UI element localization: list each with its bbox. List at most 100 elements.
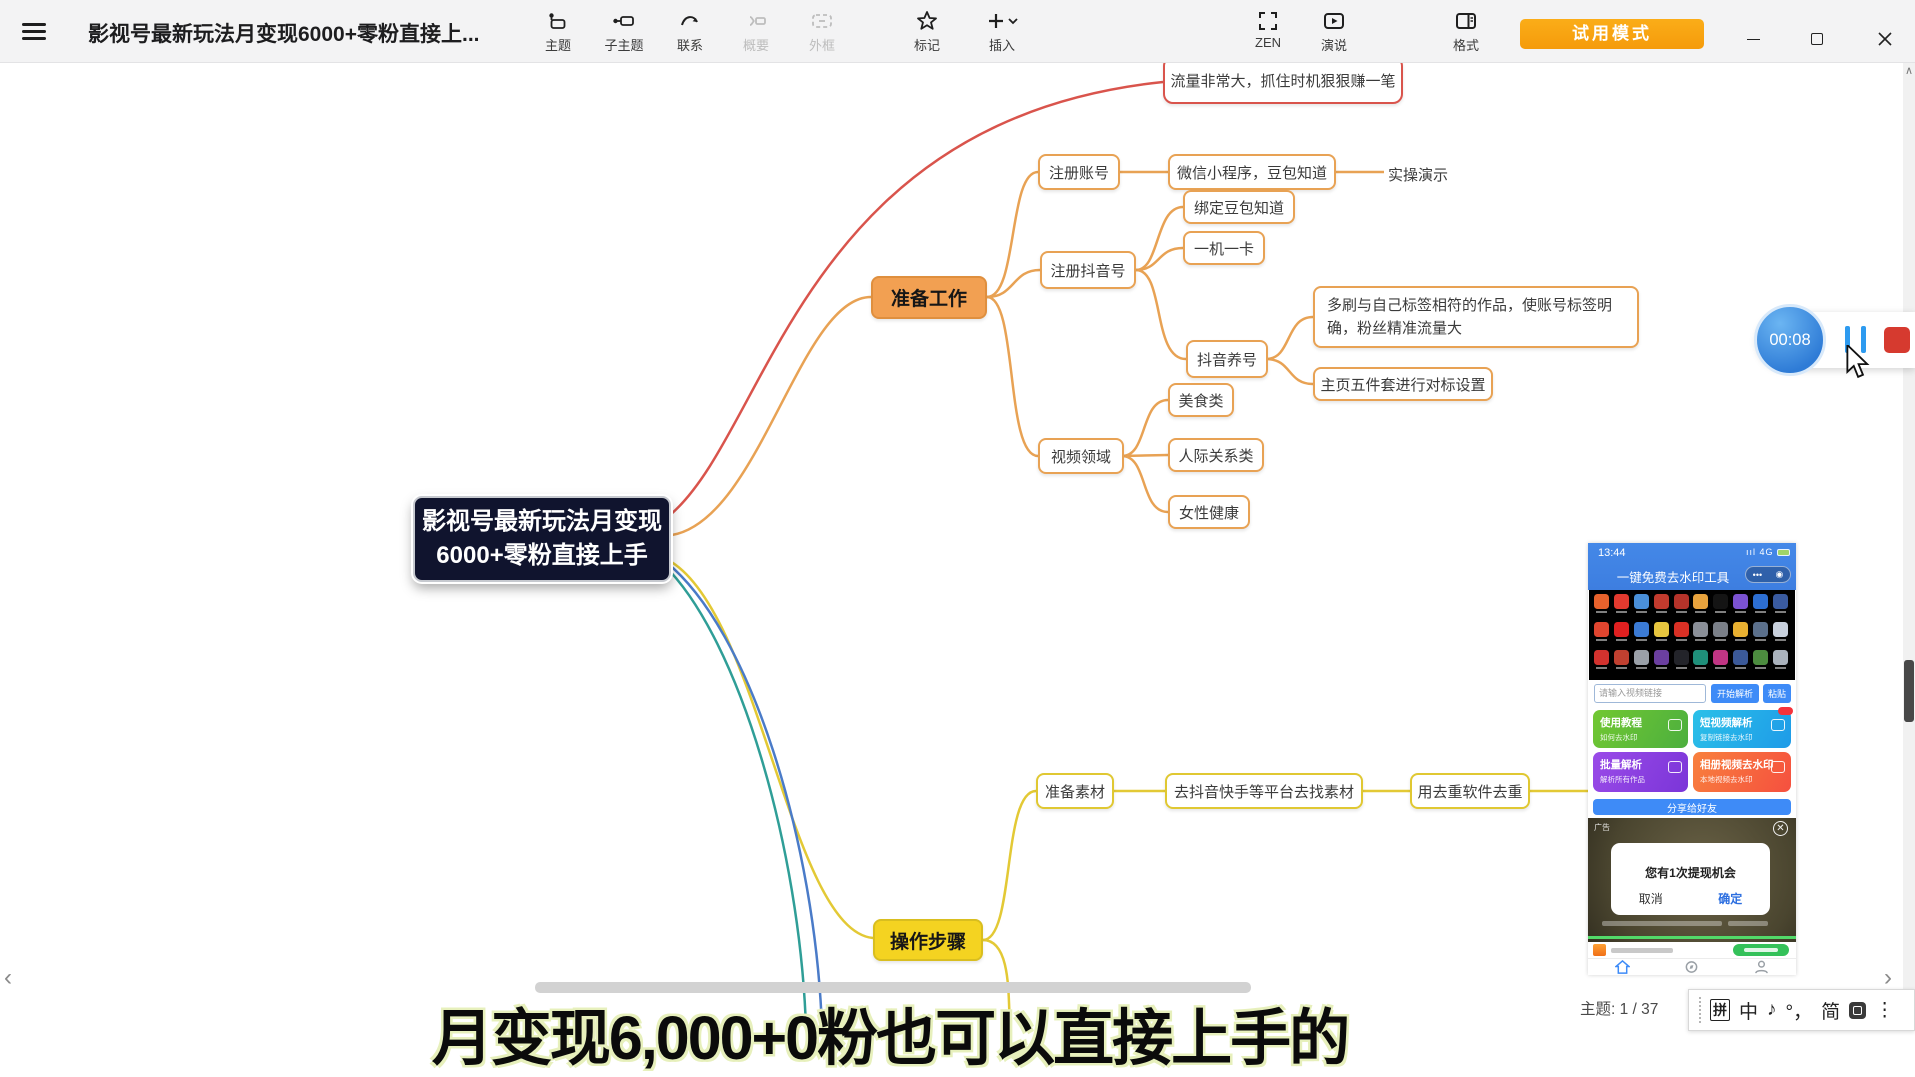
node-bind-doubao[interactable]: 绑定豆包知道	[1183, 190, 1295, 224]
toolbar-presentation-button[interactable]: 演说	[1299, 9, 1369, 54]
topic-icon	[546, 9, 570, 33]
node-dedupe[interactable]: 用去重软件去重	[1410, 773, 1530, 809]
app-tile-icon	[1654, 650, 1669, 665]
recording-timer: 00:08	[1754, 304, 1826, 376]
close-icon	[1878, 32, 1892, 46]
phone-tab-bar	[1588, 958, 1796, 975]
node-relationship-category[interactable]: 人际关系类	[1168, 438, 1264, 472]
paste-button: 粘贴	[1763, 684, 1791, 703]
node-register-douyin[interactable]: 注册抖音号	[1040, 251, 1136, 289]
dialog-confirm-button: 确定	[1718, 890, 1742, 907]
node-brush-note[interactable]: 多刷与自己标签相符的作品，使账号标签明确，粉丝精准流量大	[1313, 286, 1639, 348]
app-tile-icon	[1693, 594, 1708, 609]
ime-pinyin-icon[interactable]: 拼	[1710, 999, 1730, 1021]
attached-phone-screenshot[interactable]: 13:44 ııl 4G 一键免费去水印工具 •••◉ 请输入视频链接 开始解析…	[1588, 543, 1796, 975]
share-to-friends-bar: 分享给好友	[1593, 799, 1791, 815]
subtopic-icon	[612, 9, 636, 33]
node-find-material[interactable]: 去抖音快手等平台去找素材	[1165, 773, 1363, 809]
maximize-icon	[1811, 33, 1823, 45]
app-tile-icon	[1693, 622, 1708, 637]
ad-text-blur	[1611, 948, 1673, 953]
node-branch-prepare[interactable]: 准备工作	[871, 276, 987, 319]
app-tile-icon	[1733, 622, 1748, 637]
window-close-button[interactable]	[1870, 26, 1900, 52]
toolbar-boundary-button[interactable]: 外框	[787, 9, 857, 54]
phone-status-header: 13:44 ııl 4G 一键免费去水印工具 •••◉	[1588, 543, 1796, 590]
close-ad-icon: ✕	[1773, 821, 1788, 836]
ime-sound-icon[interactable]: ♪	[1767, 999, 1777, 1021]
toolbar-topic-button[interactable]: 主题	[523, 9, 593, 54]
node-video-field[interactable]: 视频领域	[1038, 438, 1124, 474]
battery-icon	[1777, 549, 1790, 556]
node-homepage-five[interactable]: 主页五件套进行对标设置	[1313, 367, 1493, 401]
zen-icon	[1256, 9, 1280, 33]
ad-cta-button	[1733, 944, 1789, 956]
phone-app-title: 一键免费去水印工具	[1588, 567, 1758, 586]
withdraw-dialog: 您有1次提现机会 取消 确定	[1611, 843, 1770, 915]
toolbar-subtopic-button[interactable]: 子主题	[589, 9, 659, 54]
node-one-machine-one-card[interactable]: 一机一卡	[1183, 231, 1265, 265]
central-topic-line2: 6000+零粉直接上手	[436, 539, 647, 573]
node-prepare-material[interactable]: 准备素材	[1036, 773, 1114, 809]
image-icon	[1771, 761, 1785, 773]
app-tile-icon	[1614, 622, 1629, 637]
presentation-icon	[1322, 9, 1346, 33]
toolbar-marker-button[interactable]: 标记	[892, 9, 962, 54]
toolbar-summary-button[interactable]: 概要	[721, 9, 791, 54]
ime-simplified-mode[interactable]: 简	[1821, 997, 1840, 1024]
toolbar-relationship-button[interactable]: 联系	[655, 9, 725, 54]
node-branch-steps[interactable]: 操作步骤	[873, 919, 983, 961]
vertical-scrollbar-track[interactable]	[1903, 63, 1915, 1028]
app-tile-icon	[1674, 594, 1689, 609]
supported-apps-grid	[1589, 590, 1795, 680]
app-tile-icon	[1654, 594, 1669, 609]
toolbar-format-button[interactable]: 格式	[1431, 9, 1501, 54]
ad-video-area: 广告 ✕ 您有1次提现机会 取消 确定	[1588, 818, 1796, 942]
format-panel-icon	[1454, 9, 1478, 33]
ime-punctuation-mode[interactable]: °，	[1786, 997, 1813, 1024]
phone-input-row: 请输入视频链接 开始解析 粘贴	[1588, 680, 1796, 707]
window-minimize-button[interactable]	[1738, 26, 1768, 52]
ime-chinese-mode[interactable]: 中	[1739, 997, 1758, 1024]
video-subtitle-text: 月变现6,000+0粉也可以直接上手的	[420, 988, 1360, 1077]
stop-recording-button[interactable]	[1884, 327, 1910, 353]
toolbar-zen-button[interactable]: ZEN	[1233, 9, 1303, 50]
node-wechat-miniprogram[interactable]: 微信小程序，豆包知道	[1168, 154, 1336, 190]
dialog-cancel-button: 取消	[1639, 890, 1663, 907]
phone-clock: 13:44	[1598, 547, 1626, 559]
app-tile-icon	[1634, 594, 1649, 609]
ad-logo-icon	[1593, 944, 1606, 956]
mouse-cursor	[1845, 345, 1871, 379]
window-maximize-button[interactable]	[1802, 26, 1832, 52]
trial-mode-button[interactable]: 试用模式	[1520, 19, 1704, 49]
video-caption-blur	[1602, 921, 1722, 926]
scroll-up-arrow[interactable]: ∧	[1903, 64, 1915, 77]
node-food[interactable]: 美食类	[1168, 383, 1234, 417]
toolbar-insert-button[interactable]: 插入	[967, 9, 1037, 54]
node-central-topic[interactable]: 影视号最新玩法月变现 6000+零粉直接上手	[413, 496, 671, 582]
hamburger-menu-icon[interactable]	[22, 23, 46, 40]
relationship-icon	[678, 9, 702, 33]
node-traffic-note[interactable]: 流量非常大，抓住时机狠狠赚一笔	[1163, 56, 1403, 104]
ime-skin-icon[interactable]	[1849, 1002, 1866, 1019]
node-register-account[interactable]: 注册账号	[1038, 154, 1120, 190]
parse-button: 开始解析	[1711, 684, 1759, 703]
vertical-scrollbar-thumb[interactable]	[1904, 660, 1914, 722]
ad-label: 广告	[1594, 822, 1610, 833]
ime-more-icon[interactable]: ⋮	[1875, 999, 1894, 1022]
app-tile-icon	[1753, 594, 1768, 609]
node-douyin-nurture[interactable]: 抖音养号	[1186, 340, 1268, 378]
ime-toolbar[interactable]: 拼 中 ♪ °， 简 ⋮	[1688, 989, 1915, 1031]
node-female-health[interactable]: 女性健康	[1168, 495, 1250, 529]
mindmap-canvas[interactable]: 流量非常大，抓住时机狠狠赚一笔 影视号最新玩法月变现 6000+零粉直接上手 准…	[0, 0, 1915, 1028]
video-link-input: 请输入视频链接	[1594, 684, 1706, 703]
scroll-left-arrow[interactable]: ‹	[4, 966, 12, 990]
node-demo-label[interactable]: 实操演示	[1388, 164, 1448, 185]
batch-parse-card: 批量解析解析所有作品	[1593, 752, 1688, 792]
profile-tab-icon	[1754, 960, 1769, 974]
app-tile-icon	[1634, 622, 1649, 637]
hot-badge	[1778, 707, 1793, 715]
ime-drag-handle-icon[interactable]	[1699, 997, 1702, 1023]
scroll-right-arrow[interactable]: ›	[1884, 966, 1892, 990]
app-tile-icon	[1753, 650, 1768, 665]
